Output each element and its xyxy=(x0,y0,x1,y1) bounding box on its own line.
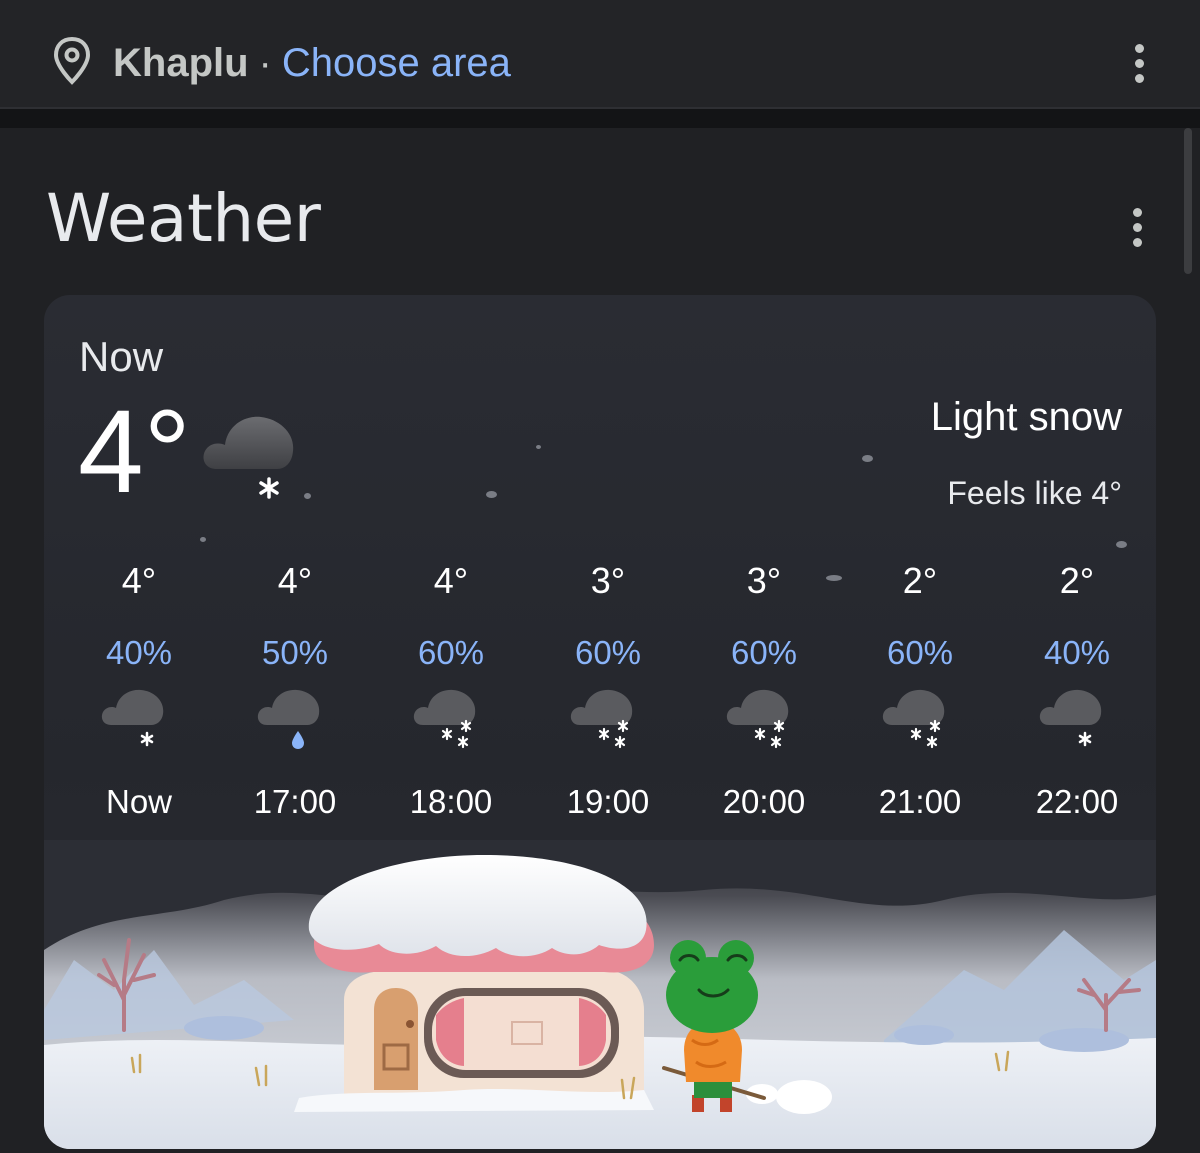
hourly-item[interactable]: 4° 40% Now xyxy=(61,557,217,823)
hour-time: 19:00 xyxy=(566,783,650,820)
hour-time: 20:00 xyxy=(722,783,806,820)
cloud-snow-icon xyxy=(203,416,294,499)
section-divider xyxy=(0,109,1200,128)
weather-more-options-icon[interactable] xyxy=(1125,206,1149,249)
hour-temperature: 3° xyxy=(590,560,626,601)
separator-dot: · xyxy=(258,40,272,85)
hourly-forecast: 4° 40% Now 4° 50% 17:00 4° 60% 18:00 3° … xyxy=(44,557,1156,837)
hour-temperature: 4° xyxy=(277,560,313,601)
hour-precipitation: 60% xyxy=(886,634,954,671)
hour-time: Now xyxy=(105,783,173,820)
city-name: Khaplu xyxy=(113,40,249,85)
snowflake-particle xyxy=(200,537,206,542)
snowflake-particle xyxy=(486,491,497,498)
cloud-rain-icon xyxy=(257,689,320,749)
cloud-snow-heavy-icon xyxy=(413,689,476,749)
hour-temperature: 3° xyxy=(746,560,782,601)
cloud-snow-heavy-icon xyxy=(570,689,633,749)
snowy-scene-illustration xyxy=(44,840,1156,1149)
hourly-item[interactable]: 4° 50% 17:00 xyxy=(217,557,373,823)
now-label: Now xyxy=(79,333,164,380)
hour-time: 18:00 xyxy=(409,783,493,820)
top-bar: Khaplu · Choose area xyxy=(0,0,1200,109)
location-pin-icon xyxy=(53,36,91,85)
hourly-item[interactable]: 3° 60% 19:00 xyxy=(530,557,686,823)
hour-precipitation: 40% xyxy=(105,634,173,671)
header-more-options-icon[interactable] xyxy=(1127,42,1151,85)
cloud-snow-heavy-icon xyxy=(882,689,945,749)
hour-precipitation: 50% xyxy=(261,634,329,671)
hour-precipitation: 60% xyxy=(417,634,485,671)
cloud-snow-light-icon xyxy=(1039,689,1102,747)
condition-text: Light snow xyxy=(930,395,1122,439)
snowflake-particle xyxy=(536,445,541,449)
hourly-item[interactable]: 2° 40% 22:00 xyxy=(999,557,1155,823)
hour-temperature: 2° xyxy=(902,560,938,601)
current-temperature: 4° xyxy=(78,386,191,518)
hour-time: 22:00 xyxy=(1035,783,1119,820)
scrollbar[interactable] xyxy=(1184,128,1192,274)
hourly-item[interactable]: 3° 60% 20:00 xyxy=(686,557,842,823)
hour-precipitation: 40% xyxy=(1043,634,1111,671)
feels-like-text: Feels like 4° xyxy=(947,475,1122,511)
section-title: Weather xyxy=(46,180,321,257)
hour-time: 21:00 xyxy=(878,783,962,820)
hour-precipitation: 60% xyxy=(730,634,798,671)
cloud-snow-light-icon xyxy=(101,689,164,747)
snowflake-particle xyxy=(862,455,873,462)
hour-temperature: 4° xyxy=(433,560,469,601)
choose-area-link[interactable]: Choose area xyxy=(282,41,511,86)
hour-time: 17:00 xyxy=(253,783,337,820)
hour-precipitation: 60% xyxy=(574,634,642,671)
cloud-snow-heavy-icon xyxy=(726,689,789,749)
hour-temperature: 4° xyxy=(121,560,157,601)
snowflake-particle xyxy=(1116,541,1127,548)
hourly-item[interactable]: 4° 60% 18:00 xyxy=(373,557,529,823)
hourly-item[interactable]: 2° 60% 21:00 xyxy=(842,557,998,823)
hour-temperature: 2° xyxy=(1059,560,1095,601)
location-row: Khaplu · Choose area xyxy=(113,38,511,88)
weather-card[interactable]: Now 4° Light snow Feels like 4° 4° 40% N… xyxy=(44,295,1156,1149)
snowflake-particle xyxy=(304,493,311,499)
